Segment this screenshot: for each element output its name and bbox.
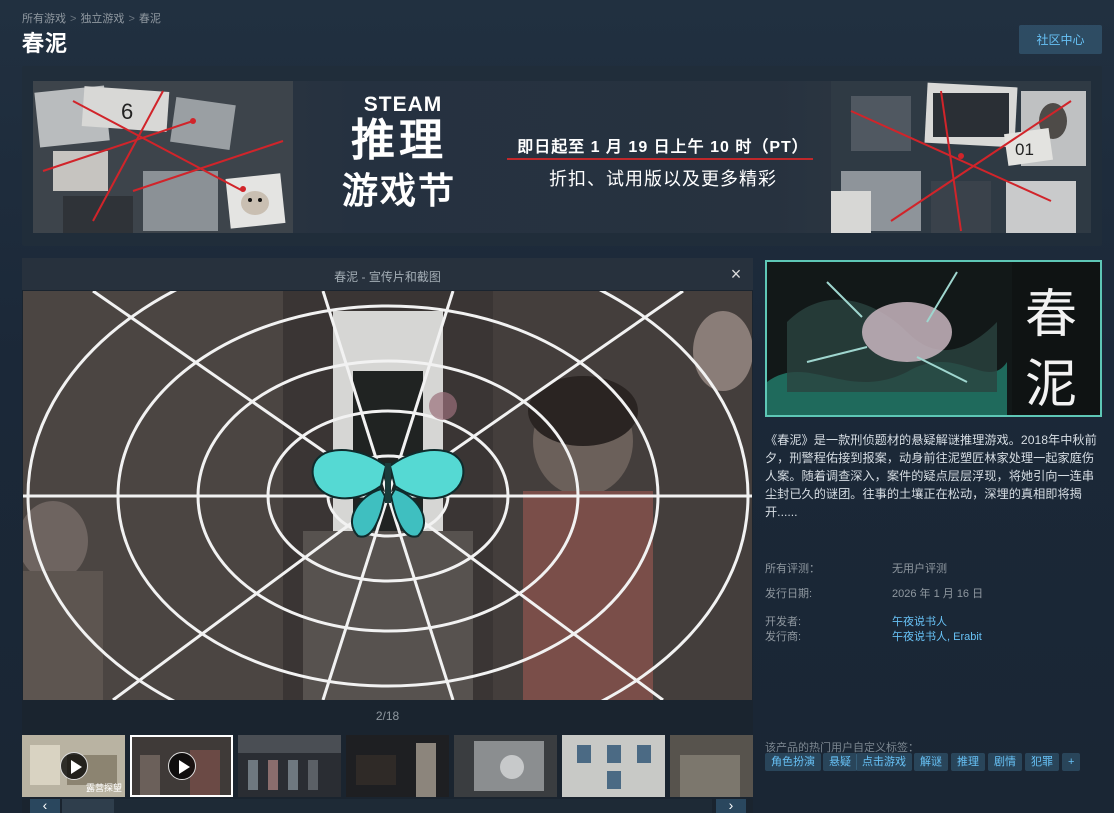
banner-collage-left: 6 <box>33 81 293 233</box>
sale-banner[interactable]: 6 STEAM 推理 游戏节 即日起至 1 月 19 日上午 10 时（PT） … <box>22 66 1102 246</box>
capsule-logo-char1: 春 <box>1025 285 1077 345</box>
tag-rpg[interactable]: 角色扮演 <box>765 753 821 771</box>
publisher-link-1[interactable]: 午夜说书人 <box>892 631 947 643</box>
tag-crime[interactable]: 犯罪 <box>1025 753 1059 771</box>
tag-puzzle[interactable]: 解谜 <box>914 753 948 771</box>
thumbnail-overlay-text: 露营探望 <box>86 782 122 793</box>
community-hub-button[interactable]: 社区中心 <box>1019 25 1102 54</box>
scrollbar-thumb[interactable] <box>62 799 114 813</box>
thumbnail-screenshot-1[interactable] <box>238 735 341 797</box>
thumbnail-image <box>346 735 449 797</box>
media-viewer-panel: 春泥 - 宣传片和截图 × 2/18 露营探望 ‹ › <box>22 258 753 813</box>
tag-suspense[interactable]: 悬疑 <box>823 753 857 771</box>
thumbnail-screenshot-4[interactable] <box>562 735 665 797</box>
media-counter: 2/18 <box>375 709 400 723</box>
capsule-art: 春 泥 <box>767 262 1100 415</box>
thumbnail-screenshot-5[interactable] <box>670 735 753 797</box>
breadcrumb-separator: > <box>70 13 77 25</box>
thumbnail-screenshot-3[interactable] <box>454 735 557 797</box>
breadcrumb-current[interactable]: 春泥 <box>139 13 161 25</box>
publisher-label: 发行商: <box>765 631 802 643</box>
page-title: 春泥 <box>22 31 69 56</box>
banner-date: 即日起至 1 月 19 日上午 10 时（PT） <box>517 139 809 156</box>
game-description: 《春泥》是一款刑侦题材的悬疑解谜推理游戏。2018年中秋前夕，刑警程佑接到报案，… <box>765 433 1097 519</box>
thumbnail-image <box>562 735 665 797</box>
thumbnail-screenshot-2[interactable] <box>346 735 449 797</box>
game-capsule-image: 春 泥 <box>765 260 1102 417</box>
banner-note-01: 01 <box>1015 140 1034 159</box>
reviews-value: 无用户评测 <box>892 563 947 575</box>
tag-more-button[interactable]: + <box>1062 753 1081 771</box>
chevron-left-icon[interactable]: ‹ <box>30 798 60 813</box>
thumbnail-strip: 露营探望 <box>22 735 753 797</box>
reviews-label: 所有评测： <box>765 563 820 575</box>
media-title: 春泥 - 宣传片和截图 <box>334 270 441 284</box>
thumbnail-image <box>670 735 753 797</box>
media-header: 春泥 - 宣传片和截图 × <box>22 258 753 290</box>
breadcrumb-separator: > <box>128 13 135 25</box>
banner-title-line2: 游戏节 <box>341 170 456 211</box>
publisher-link-2[interactable]: Erabit <box>953 631 982 643</box>
screenshot-main[interactable] <box>23 291 752 700</box>
tag-detective[interactable]: 推理 <box>951 753 985 771</box>
banner-image[interactable]: 6 STEAM 推理 游戏节 即日起至 1 月 19 日上午 10 时（PT） … <box>33 81 1091 233</box>
play-icon <box>168 752 196 780</box>
banner-collage-right: 01 <box>831 81 1091 233</box>
thumbnail-video-2[interactable] <box>130 735 233 797</box>
breadcrumb-all-games[interactable]: 所有游戏 <box>22 13 66 25</box>
release-date: 2026 年 1 月 16 日 <box>892 588 984 600</box>
play-icon <box>60 752 88 780</box>
thumbnail-scrollbar[interactable] <box>62 799 712 813</box>
banner-note-6: 6 <box>121 99 133 124</box>
developer-label: 开发者: <box>765 616 802 628</box>
thumbnail-image <box>454 735 557 797</box>
spider-web-screenshot <box>23 291 752 700</box>
thumbnail-image <box>238 735 341 797</box>
thumbnail-video-1[interactable]: 露营探望 <box>22 735 125 797</box>
tag-story[interactable]: 剧情 <box>988 753 1022 771</box>
close-icon[interactable]: × <box>726 264 746 284</box>
breadcrumb-indie[interactable]: 独立游戏 <box>80 13 124 25</box>
banner-steam-text: STEAM <box>363 93 443 116</box>
banner-title-line1: 推理 <box>351 116 447 165</box>
developer-link[interactable]: 午夜说书人 <box>892 613 947 629</box>
publisher-list: 午夜说书人, Erabit <box>892 628 982 644</box>
breadcrumb: 所有游戏 > 独立游戏 > 春泥 <box>22 10 161 26</box>
banner-subtitle: 折扣、试用版以及更多精彩 <box>549 169 777 189</box>
chevron-right-icon[interactable]: › <box>716 798 746 813</box>
capsule-logo-char2: 泥 <box>1025 355 1077 415</box>
tag-point-and-click[interactable]: 点击游戏 <box>856 753 912 771</box>
release-label: 发行日期: <box>765 588 813 600</box>
banner-red-line <box>507 158 813 160</box>
